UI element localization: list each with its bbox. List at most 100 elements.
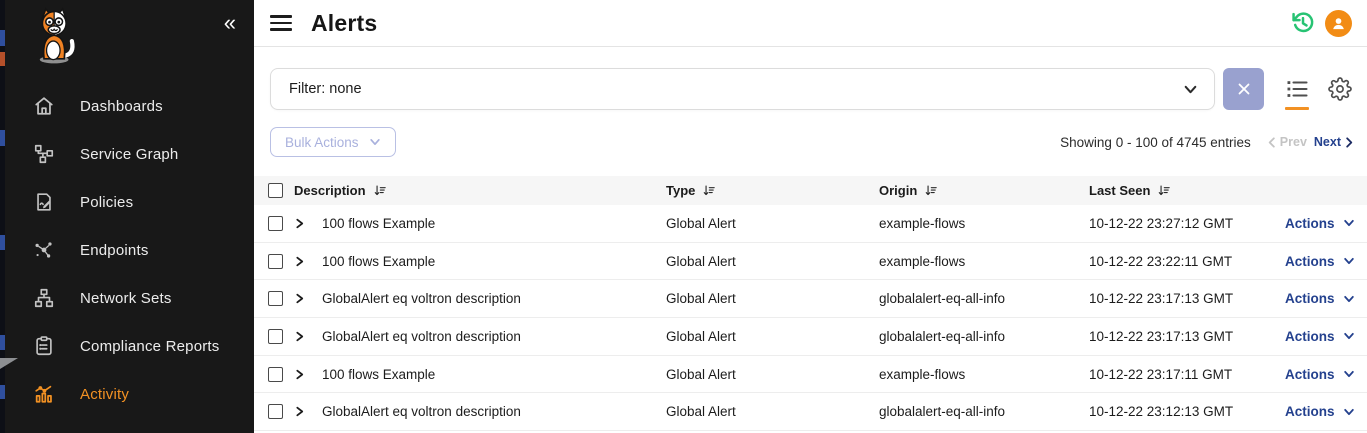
table-row: 100 flows Example Global Alert example-f… bbox=[254, 243, 1367, 281]
row-actions-dropdown[interactable]: Actions bbox=[1285, 404, 1367, 419]
cell-type: Global Alert bbox=[666, 254, 879, 269]
row-checkbox[interactable] bbox=[268, 367, 283, 382]
list-view-icon[interactable] bbox=[1285, 68, 1309, 110]
cell-type: Global Alert bbox=[666, 367, 879, 382]
cell-description: GlobalAlert eq voltron description bbox=[322, 329, 666, 344]
chevron-down-icon bbox=[1183, 82, 1198, 97]
hamburger-menu-icon[interactable] bbox=[270, 15, 292, 31]
table-row: GlobalAlert eq voltron description Globa… bbox=[254, 280, 1367, 318]
sidebar-item-activity[interactable]: Activity bbox=[5, 370, 254, 418]
edge-dash bbox=[0, 52, 5, 66]
chevron-down-icon bbox=[1343, 293, 1355, 305]
bulk-actions-label: Bulk Actions bbox=[285, 135, 359, 150]
chevron-down-icon bbox=[1343, 406, 1355, 418]
sidebar-item-network-sets[interactable]: Network Sets bbox=[5, 274, 254, 322]
filter-toolbar: Filter: none bbox=[254, 47, 1367, 110]
actions-label: Actions bbox=[1285, 404, 1335, 419]
cell-type: Global Alert bbox=[666, 329, 879, 344]
select-all-checkbox[interactable] bbox=[268, 183, 283, 198]
column-header-type[interactable]: Type bbox=[666, 183, 879, 198]
edge-dash bbox=[0, 335, 5, 350]
cell-type: Global Alert bbox=[666, 404, 879, 419]
row-actions-dropdown[interactable]: Actions bbox=[1285, 367, 1367, 382]
page-title: Alerts bbox=[311, 10, 377, 37]
settings-gear-icon[interactable] bbox=[1328, 68, 1352, 110]
prev-label: Prev bbox=[1280, 135, 1307, 149]
close-icon bbox=[1237, 82, 1251, 96]
endpoints-icon bbox=[32, 238, 56, 262]
network-sets-icon bbox=[32, 286, 56, 310]
sidebar-item-label: Activity bbox=[80, 386, 129, 403]
sidebar-item-label: Network Sets bbox=[80, 290, 172, 307]
expand-row-icon[interactable] bbox=[294, 331, 322, 342]
cell-origin: example-flows bbox=[879, 254, 1089, 269]
cell-origin: globalalert-eq-all-info bbox=[879, 329, 1089, 344]
table-row: 100 flows Example Global Alert example-f… bbox=[254, 356, 1367, 394]
cell-last-seen: 10-12-22 23:12:13 GMT bbox=[1089, 404, 1285, 419]
cell-last-seen: 10-12-22 23:22:11 GMT bbox=[1089, 254, 1285, 269]
chevron-down-icon bbox=[1343, 368, 1355, 380]
cell-description: 100 flows Example bbox=[322, 254, 666, 269]
cell-last-seen: 10-12-22 23:17:13 GMT bbox=[1089, 329, 1285, 344]
collapse-sidebar-icon[interactable]: « bbox=[224, 12, 236, 34]
row-checkbox[interactable] bbox=[268, 216, 283, 231]
row-actions-dropdown[interactable]: Actions bbox=[1285, 329, 1367, 344]
row-actions-dropdown[interactable]: Actions bbox=[1285, 254, 1367, 269]
user-avatar-icon[interactable] bbox=[1325, 10, 1352, 37]
page-header: Alerts bbox=[254, 0, 1367, 47]
expand-row-icon[interactable] bbox=[294, 293, 322, 304]
column-header-origin[interactable]: Origin bbox=[879, 183, 1089, 198]
sidebar-logo-row: « bbox=[5, 0, 254, 82]
sidebar-item-endpoints[interactable]: Endpoints bbox=[5, 226, 254, 274]
edge-dash bbox=[0, 130, 5, 146]
chevron-down-icon bbox=[1343, 217, 1355, 229]
row-actions-dropdown[interactable]: Actions bbox=[1285, 216, 1367, 231]
cell-last-seen: 10-12-22 23:17:11 GMT bbox=[1089, 367, 1285, 382]
clear-filter-button[interactable] bbox=[1223, 68, 1264, 110]
edge-dash bbox=[0, 235, 5, 250]
row-actions-dropdown[interactable]: Actions bbox=[1285, 291, 1367, 306]
filter-dropdown[interactable]: Filter: none bbox=[270, 68, 1215, 110]
bulk-actions-button[interactable]: Bulk Actions bbox=[270, 127, 396, 157]
cell-origin: example-flows bbox=[879, 216, 1089, 231]
expand-row-icon[interactable] bbox=[294, 369, 322, 380]
next-page-button[interactable]: Next bbox=[1314, 135, 1353, 149]
column-label: Type bbox=[666, 183, 695, 198]
prev-page-button[interactable]: Prev bbox=[1268, 135, 1307, 149]
row-checkbox[interactable] bbox=[268, 254, 283, 269]
row-checkbox[interactable] bbox=[268, 404, 283, 419]
alerts-table: Description Type Origin Last Seen 100 fl… bbox=[254, 176, 1367, 431]
sidebar-item-label: Endpoints bbox=[80, 242, 149, 259]
sidebar-item-service-graph[interactable]: Service Graph bbox=[5, 130, 254, 178]
sidebar: « Dashboards Service Graph bbox=[5, 0, 254, 433]
expand-row-icon[interactable] bbox=[294, 218, 322, 229]
column-header-last-seen[interactable]: Last Seen bbox=[1089, 183, 1285, 198]
cell-description: 100 flows Example bbox=[322, 367, 666, 382]
table-row: 100 flows Example Global Alert example-f… bbox=[254, 205, 1367, 243]
sidebar-item-compliance-reports[interactable]: Compliance Reports bbox=[5, 322, 254, 370]
view-controls bbox=[1285, 68, 1352, 110]
row-checkbox[interactable] bbox=[268, 329, 283, 344]
sidebar-item-dashboards[interactable]: Dashboards bbox=[5, 82, 254, 130]
header-actions bbox=[1290, 10, 1352, 37]
cell-origin: example-flows bbox=[879, 367, 1089, 382]
sort-icon bbox=[924, 184, 937, 197]
column-header-description[interactable]: Description bbox=[294, 183, 666, 198]
row-checkbox[interactable] bbox=[268, 291, 283, 306]
pagination-summary: Showing 0 - 100 of 4745 entries bbox=[1060, 135, 1251, 150]
expand-row-icon[interactable] bbox=[294, 406, 322, 417]
expand-row-icon[interactable] bbox=[294, 256, 322, 267]
actions-label: Actions bbox=[1285, 254, 1335, 269]
history-icon[interactable] bbox=[1290, 10, 1316, 36]
table-header-row: Description Type Origin Last Seen bbox=[254, 176, 1367, 205]
sidebar-item-policies[interactable]: Policies bbox=[5, 178, 254, 226]
actions-label: Actions bbox=[1285, 367, 1335, 382]
cell-description: GlobalAlert eq voltron description bbox=[322, 404, 666, 419]
cell-last-seen: 10-12-22 23:17:13 GMT bbox=[1089, 291, 1285, 306]
pagination: Showing 0 - 100 of 4745 entries Prev Nex… bbox=[1060, 135, 1353, 150]
chevron-down-icon bbox=[1343, 255, 1355, 267]
compliance-reports-icon bbox=[32, 334, 56, 358]
actions-label: Actions bbox=[1285, 329, 1335, 344]
chevron-down-icon bbox=[369, 136, 381, 148]
home-icon bbox=[32, 94, 56, 118]
